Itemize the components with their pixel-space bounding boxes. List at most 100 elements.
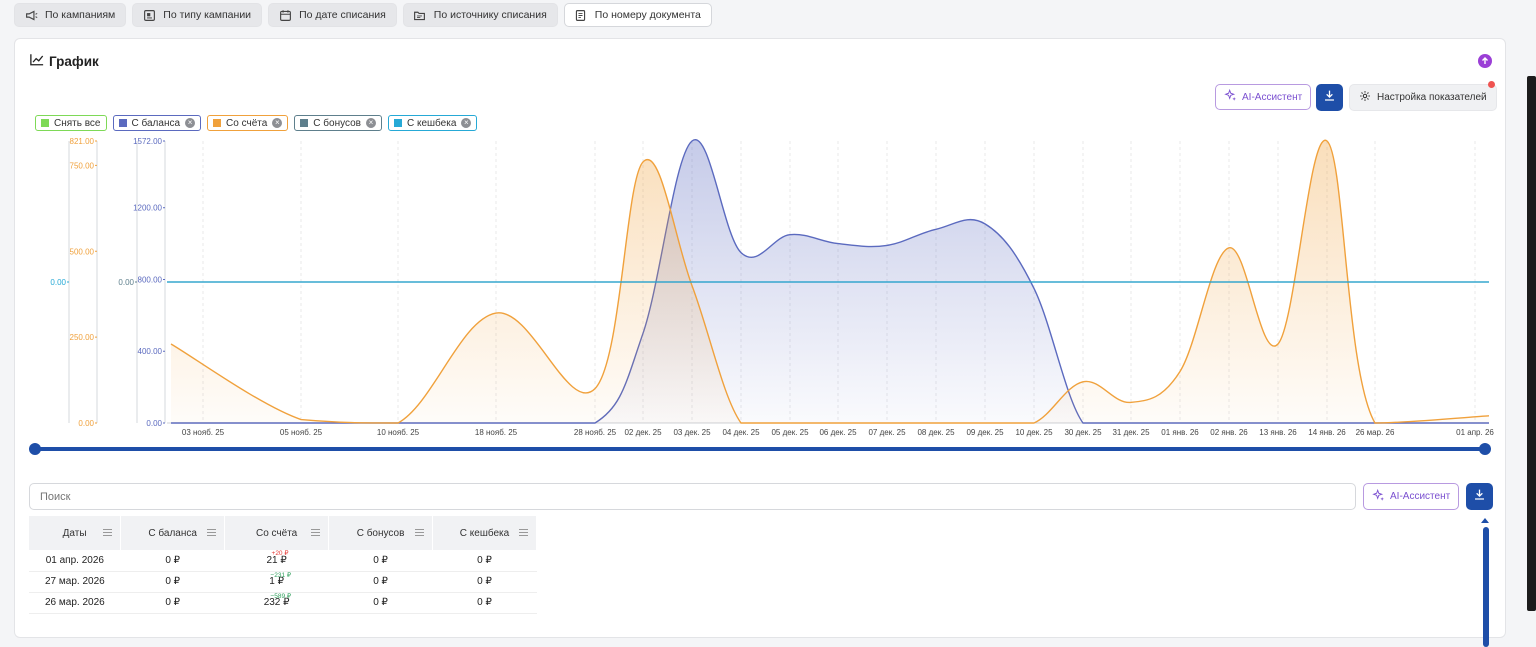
tab-by-writeoff-date[interactable]: По дате списания — [268, 3, 397, 27]
range-slider — [29, 443, 1491, 455]
remove-icon[interactable]: × — [365, 118, 376, 128]
line-chart-icon — [30, 53, 44, 69]
gear-icon — [1359, 90, 1371, 105]
column-menu-icon[interactable] — [415, 529, 425, 536]
x-tick-label: 28 нояб. 25 — [574, 428, 617, 437]
metrics-settings-button[interactable]: Настройка показателей — [1349, 84, 1497, 111]
tab-label: По типу кампании — [163, 9, 252, 21]
download-table-button[interactable] — [1466, 483, 1493, 510]
x-tick-label: 03 нояб. 25 — [182, 428, 225, 437]
cell-bonus: 0 ₽ — [328, 592, 433, 614]
legend-label: С бонусов — [313, 117, 361, 129]
cell-date: 27 мар. 2026 — [29, 571, 121, 593]
cell-balance: 0 ₽ — [120, 592, 225, 614]
cell-date: 26 мар. 2026 — [29, 592, 121, 614]
cell-account: +20 ₽21 ₽ — [224, 550, 329, 572]
search-input[interactable] — [40, 490, 1355, 503]
column-menu-icon[interactable] — [103, 529, 113, 536]
legend-swatch — [300, 119, 309, 127]
table-row[interactable]: 01 апр. 2026 0 ₽ +20 ₽21 ₽ 0 ₽ 0 ₽ — [29, 550, 537, 572]
legend-swatch — [41, 119, 49, 127]
tab-by-campaign-type[interactable]: По типу кампании — [132, 3, 263, 27]
column-menu-icon[interactable] — [311, 529, 321, 536]
x-tick-label: 01 апр. 26 — [1456, 428, 1494, 437]
page-scrollbar[interactable] — [1527, 76, 1536, 611]
ai-assistant-button[interactable]: AI-Ассистент — [1215, 84, 1312, 110]
delta-label: −589 ₽ — [270, 592, 292, 600]
y-axes: 0.00 0.00 250.00 500.00 750.00 821.00 0.00 0.00… — [50, 137, 166, 428]
column-header-dates[interactable]: Даты — [29, 516, 122, 550]
sparkle-icon — [1224, 88, 1237, 105]
folder-icon — [413, 8, 427, 22]
x-tick-label: 01 янв. 26 — [1161, 428, 1199, 437]
campaign-type-icon — [142, 8, 156, 22]
slider-handle-start[interactable] — [29, 443, 41, 455]
column-menu-icon[interactable] — [519, 529, 528, 536]
legend-swatch — [213, 119, 222, 127]
document-icon — [574, 8, 588, 22]
series — [167, 139, 1490, 424]
x-tick-label: 14 янв. 26 — [1308, 428, 1346, 437]
download-chart-button[interactable] — [1316, 84, 1343, 111]
x-tick-label: 30 дек. 25 — [1064, 428, 1102, 437]
data-table: Даты С баланса Со счёта С бонусов С кешб… — [29, 516, 537, 614]
legend-label: С баланса — [131, 117, 181, 129]
x-tick-label: 05 дек. 25 — [771, 428, 809, 437]
table-header-row: Даты С баланса Со счёта С бонусов С кешб… — [29, 516, 537, 550]
sparkle-icon — [1372, 488, 1385, 505]
column-header-bonus[interactable]: С бонусов — [328, 516, 434, 550]
x-tick-label: 26 мар. 26 — [1356, 428, 1395, 437]
x-tick-label: 05 нояб. 25 — [280, 428, 323, 437]
cell-balance: 0 ₽ — [120, 571, 225, 593]
arrow-up-icon — [1481, 52, 1489, 70]
area-chart: 0.00 0.00 250.00 500.00 750.00 821.00 0.00 0.00… — [29, 137, 1495, 455]
slider-handle-end[interactable] — [1479, 443, 1491, 455]
download-icon — [1323, 89, 1336, 107]
tab-label: По источнику списания — [433, 9, 547, 21]
x-axis-labels: 03 нояб. 25 05 нояб. 25 10 нояб. 25 18 нояб… — [182, 428, 1495, 437]
scroll-up-arrow[interactable] — [1481, 518, 1489, 523]
y-tick-label: 821.00 — [70, 137, 95, 146]
table-scrollbar[interactable] — [1483, 527, 1489, 647]
x-tick-label: 07 дек. 25 — [868, 428, 906, 437]
column-header-balance[interactable]: С баланса — [120, 516, 226, 550]
column-label: Со счёта — [255, 527, 298, 539]
cell-account: −589 ₽232 ₽ — [224, 592, 329, 614]
remove-icon[interactable]: × — [185, 118, 196, 128]
tab-by-campaign[interactable]: По кампаниям — [14, 3, 127, 27]
cell-cashback: 0 ₽ — [432, 550, 537, 572]
settings-label: Настройка показателей — [1377, 92, 1487, 103]
x-tick-label: 31 дек. 25 — [1112, 428, 1150, 437]
chart-card: График AI-Ассистент Настройка показателе… — [14, 38, 1506, 647]
column-menu-icon[interactable] — [207, 529, 217, 536]
table-row[interactable]: 27 мар. 2026 0 ₽ −231 ₽1 ₽ 0 ₽ 0 ₽ — [29, 571, 537, 593]
y-tick-label: 500.00 — [70, 247, 95, 256]
x-tick-label: 04 дек. 25 — [722, 428, 760, 437]
cell-cashback: 0 ₽ — [432, 571, 537, 593]
x-tick-label: 02 янв. 26 — [1210, 428, 1248, 437]
tab-by-writeoff-source[interactable]: По источнику списания — [402, 3, 558, 27]
tab-by-document-number[interactable]: По номеру документа — [563, 3, 712, 27]
card-title: График — [49, 53, 99, 69]
delta-label: −231 ₽ — [270, 571, 292, 579]
ai-assistant-label: AI-Ассистент — [1390, 491, 1451, 502]
remove-icon[interactable]: × — [461, 118, 472, 128]
remove-icon[interactable]: × — [272, 118, 283, 128]
y-tick-label: 1572.00 — [133, 137, 162, 146]
tab-label: По номеру документа — [594, 9, 701, 21]
legend-label: Со счёта — [226, 117, 268, 129]
search-field[interactable] — [29, 483, 1356, 510]
legend-label: С кешбека — [406, 117, 457, 129]
column-header-account[interactable]: Со счёта — [224, 516, 330, 550]
y-tick-label: 0.00 — [78, 419, 94, 428]
x-tick-label: 18 нояб. 25 — [475, 428, 518, 437]
table-row[interactable]: 26 мар. 2026 0 ₽ −589 ₽232 ₽ 0 ₽ 0 ₽ — [29, 592, 537, 614]
column-header-cashback[interactable]: С кешбека — [432, 516, 537, 550]
cell-cashback: 0 ₽ — [432, 592, 537, 614]
collapse-button[interactable] — [1478, 54, 1492, 68]
table-ai-assistant-button[interactable]: AI-Ассистент — [1363, 483, 1460, 510]
notification-dot — [1488, 81, 1495, 88]
y-tick-label: 1200.00 — [133, 204, 162, 213]
x-tick-label: 02 дек. 25 — [624, 428, 662, 437]
legend-swatch — [118, 119, 127, 127]
